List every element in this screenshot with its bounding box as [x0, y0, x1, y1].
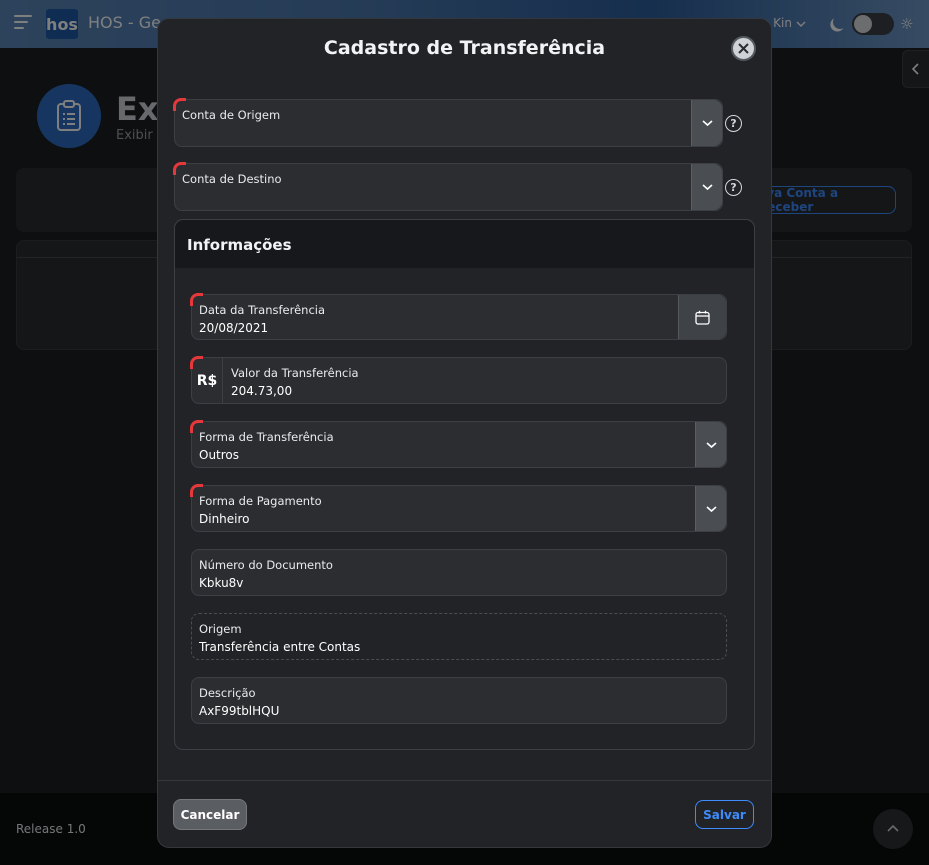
origin-value: Transferência entre Contas [199, 640, 361, 654]
document-number-value[interactable]: Kbku8v [199, 576, 243, 590]
origin-account-label: Conta de Origem [182, 108, 281, 122]
transfer-form-select[interactable]: Forma de Transferência Outros [190, 420, 727, 468]
transfer-date-label: Data da Transferência [199, 303, 326, 317]
payment-form-select[interactable]: Forma de Pagamento Dinheiro [190, 484, 727, 532]
transfer-value-field[interactable]: R$ Valor da Transferência 204.73,00 [190, 356, 727, 404]
transfer-form-value: Outros [199, 448, 240, 462]
close-icon [738, 43, 749, 54]
chevron-down-icon [701, 184, 713, 191]
modal-title: Cadastro de Transferência [323, 37, 606, 59]
document-number-label: Número do Documento [199, 558, 333, 572]
transfer-date-field[interactable]: Data da Transferência 20/08/2021 [190, 293, 727, 340]
transfer-date-value[interactable]: 20/08/2021 [199, 321, 268, 335]
payment-form-value: Dinheiro [199, 512, 250, 526]
help-icon[interactable]: ? [725, 179, 742, 196]
transfer-form-dropdown-button[interactable] [695, 422, 726, 467]
transfer-value-value[interactable]: 204.73,00 [231, 384, 292, 398]
description-value[interactable]: AxF99tblHQU [199, 704, 279, 718]
origin-label: Origem [199, 622, 242, 636]
origin-field: Origem Transferência entre Contas [191, 613, 727, 660]
chevron-down-icon [705, 441, 717, 448]
calendar-button[interactable] [678, 295, 726, 339]
document-number-field[interactable]: Número do Documento Kbku8v [191, 549, 727, 596]
destination-account-label: Conta de Destino [182, 172, 282, 186]
chevron-down-icon [701, 120, 713, 127]
destination-account-dropdown-button[interactable] [691, 164, 722, 210]
origin-account-select[interactable]: Conta de Origem [173, 98, 723, 147]
payment-form-dropdown-button[interactable] [695, 486, 726, 531]
origin-account-dropdown-button[interactable] [691, 100, 722, 146]
transfer-value-label: Valor da Transferência [231, 366, 359, 380]
save-button[interactable]: Salvar [695, 800, 754, 829]
payment-form-label: Forma de Pagamento [199, 494, 322, 508]
info-section-header: Informações [175, 220, 754, 268]
cancel-button[interactable]: Cancelar [173, 799, 247, 830]
description-label: Descrição [199, 686, 256, 700]
close-button[interactable] [731, 36, 756, 61]
chevron-down-icon [705, 505, 717, 512]
help-icon[interactable]: ? [725, 115, 742, 132]
destination-account-select[interactable]: Conta de Destino [173, 162, 723, 211]
transfer-form-label: Forma de Transferência [199, 430, 334, 444]
currency-prefix: R$ [192, 358, 223, 403]
info-section-title: Informações [187, 236, 292, 254]
description-field[interactable]: Descrição AxF99tblHQU [191, 677, 727, 724]
calendar-icon [695, 310, 710, 325]
